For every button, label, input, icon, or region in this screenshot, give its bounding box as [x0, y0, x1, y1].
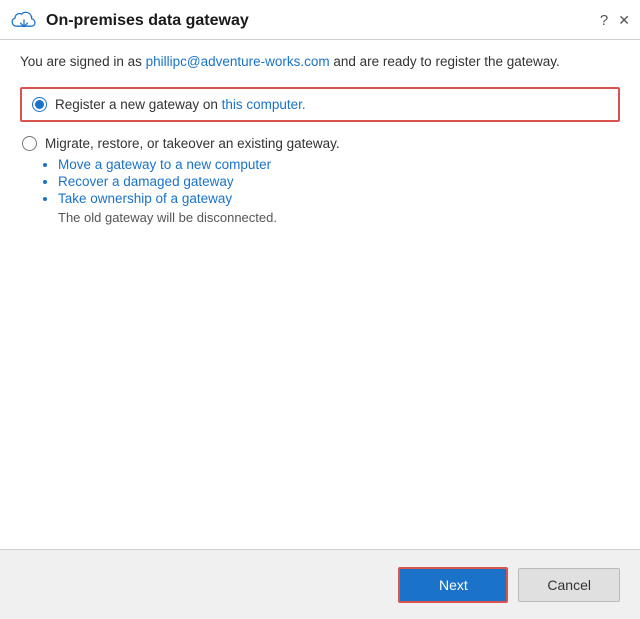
option1-radio[interactable] [32, 97, 47, 112]
main-content: You are signed in as phillipc@adventure-… [0, 54, 640, 225]
signed-in-message: You are signed in as phillipc@adventure-… [20, 54, 620, 69]
bullet-list: Move a gateway to a new computer Recover… [58, 157, 618, 206]
title-divider [0, 39, 640, 40]
email-text: phillipc@adventure-works.com [146, 54, 330, 69]
option2-radio[interactable] [22, 136, 37, 151]
old-gateway-note: The old gateway will be disconnected. [58, 210, 618, 225]
option2-header: Migrate, restore, or takeover an existin… [22, 136, 618, 151]
option2-container: Migrate, restore, or takeover an existin… [20, 136, 620, 225]
bullet-item-move: Move a gateway to a new computer [58, 157, 618, 172]
bottom-bar: Next Cancel [0, 549, 640, 619]
help-icon[interactable]: ? [600, 12, 608, 29]
cancel-button[interactable]: Cancel [518, 568, 620, 602]
bullet-item-takeover: Take ownership of a gateway [58, 191, 618, 206]
next-button[interactable]: Next [398, 567, 508, 603]
option1-label[interactable]: Register a new gateway on this computer. [55, 97, 306, 112]
bullet-item-recover: Recover a damaged gateway [58, 174, 618, 189]
option2-label[interactable]: Migrate, restore, or takeover an existin… [45, 136, 340, 151]
title-bar: On-premises data gateway ? ✕ [0, 0, 640, 39]
close-icon[interactable]: ✕ [618, 12, 630, 29]
cloud-icon [10, 8, 38, 33]
option1-container: Register a new gateway on this computer. [20, 87, 620, 122]
window-title: On-premises data gateway [46, 12, 249, 30]
